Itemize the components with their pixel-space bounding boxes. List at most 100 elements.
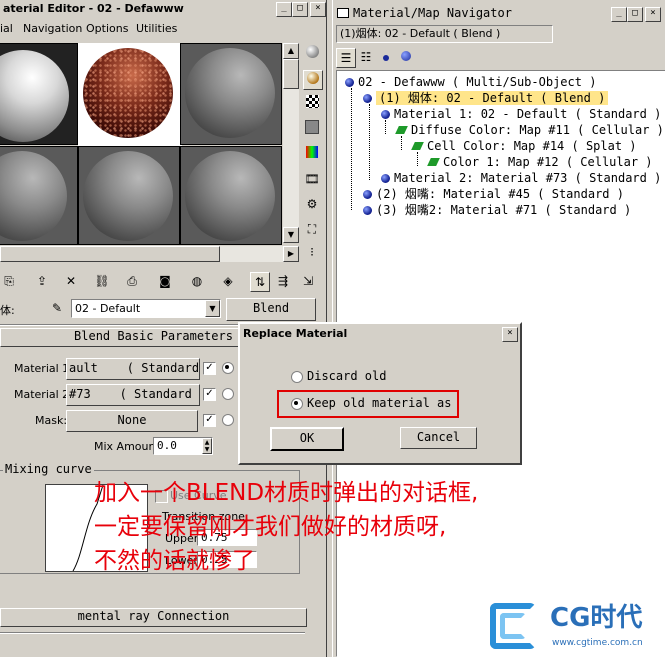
keep-old-label[interactable]: Keep old material as	[307, 396, 452, 410]
hscroll-thumb[interactable]	[0, 246, 220, 262]
navigator-close-button[interactable]: ×	[645, 7, 661, 22]
select-by-material-icon[interactable]: ⛶	[303, 220, 321, 238]
dropdown-arrow-icon[interactable]: ▼	[205, 300, 220, 317]
go-to-parent-icon[interactable]: ⇅	[250, 272, 270, 292]
tree-item-color1-map[interactable]: Color 1: Map #12 ( Cellular )	[427, 155, 653, 170]
material1-checkbox[interactable]: ✓	[203, 362, 216, 375]
tree-connector-4	[401, 136, 402, 150]
dialog-title: Replace Material	[243, 327, 348, 340]
tree-item-blend-selected[interactable]: (1) 烟体: 02 - Default ( Blend )	[363, 91, 609, 106]
sample-slot-4[interactable]	[0, 146, 78, 245]
options-icon[interactable]: ⚙	[303, 195, 321, 213]
tree-item-material1[interactable]: Material 1: 02 - Default ( Standard )	[381, 107, 661, 122]
sample-slot-1[interactable]	[0, 43, 78, 145]
cancel-button[interactable]: Cancel	[400, 427, 477, 449]
material1-radio[interactable]	[222, 362, 234, 374]
material2-checkbox[interactable]: ✓	[203, 388, 216, 401]
keep-old-radio[interactable]	[291, 398, 303, 410]
video-color-check-icon[interactable]	[303, 145, 321, 163]
scroll-right-arrow-icon[interactable]: ▶	[283, 246, 299, 262]
dialog-titlebar[interactable]: Replace Material	[240, 324, 520, 344]
sample-slot-3[interactable]	[180, 43, 282, 145]
view-small-icons-icon[interactable]	[377, 48, 395, 66]
put-to-scene-icon[interactable]: ⇪	[33, 272, 51, 290]
sample-uv-tiling-icon[interactable]	[303, 120, 321, 138]
name-row: 体: ✎ 02 - Default ▼ Blend	[0, 298, 326, 321]
spinner-arrows-icon[interactable]: ▲ ▼	[202, 438, 212, 454]
menu-item-navigation[interactable]: Navigation	[23, 22, 82, 35]
view-list-icons-icon[interactable]: ☷	[357, 48, 375, 66]
sphere-gray-3	[83, 151, 173, 241]
material1-button[interactable]: ault ( Standard )	[66, 358, 200, 380]
material-sphere-icon	[363, 206, 372, 215]
tree-item-material2[interactable]: Material 2: Material #73 ( Standard )	[381, 171, 661, 186]
dialog-close-button[interactable]: ×	[502, 327, 518, 342]
material-sphere-icon	[381, 110, 390, 119]
mix-amount-spinner[interactable]: 0.0 ▲ ▼	[153, 437, 213, 455]
navigator-path-field[interactable]: (1)烟体: 02 - Default ( Blend )	[336, 25, 553, 43]
go-forward-sibling-icon[interactable]: ⇶	[274, 272, 292, 290]
pick-from-object-icon[interactable]: ⇲	[299, 272, 317, 290]
view-large-icons-icon[interactable]	[397, 48, 415, 66]
tree-connector-3	[385, 120, 386, 134]
material-name-input[interactable]: 02 - Default ▼	[71, 299, 221, 318]
menu-item-utilities[interactable]: Utilities	[136, 22, 177, 35]
navigator-app-icon	[337, 8, 349, 18]
sample-slot-6[interactable]	[180, 146, 282, 245]
navigator-maximize-button[interactable]: □	[627, 7, 643, 22]
navigator-minimize-button[interactable]: _	[611, 7, 627, 22]
tree-item-diffuse-map[interactable]: Diffuse Color: Map #11 ( Cellular )	[395, 123, 664, 138]
replace-material-dialog: Replace Material × Discard old Keep old …	[238, 322, 522, 465]
cgtime-url: www.cgtime.com.cn	[552, 638, 643, 648]
mental-ray-connection-rollout[interactable]: mental ray Connection	[0, 608, 307, 627]
slot-vertical-scrollbar[interactable]: ▲ ▼	[283, 43, 299, 243]
backlight-icon[interactable]	[303, 70, 323, 90]
tree-item-root[interactable]: 02 - Defawww ( Multi/Sub-Object )	[345, 75, 596, 90]
material-effects-channel-icon[interactable]: ◙	[156, 272, 174, 290]
tree-item-yanzui[interactable]: (2) 烟嘴: Material #45 ( Standard )	[363, 187, 624, 202]
material2-button[interactable]: #73 ( Standard )	[66, 384, 200, 406]
minimize-button[interactable]: _	[276, 2, 292, 17]
menu-item-material[interactable]: ial	[0, 22, 13, 35]
make-unique-icon[interactable]: ⛓	[93, 272, 111, 290]
show-end-result-icon[interactable]: ◈	[219, 272, 237, 290]
scroll-up-arrow-icon[interactable]: ▲	[283, 43, 299, 59]
eyedropper-icon[interactable]: ✎	[48, 299, 66, 317]
material-map-navigator-icon[interactable]: ⁝	[303, 243, 321, 261]
mask-checkbox[interactable]: ✓	[203, 414, 216, 427]
cgtime-logo: CG时代 www.cgtime.com.cn	[490, 600, 662, 655]
tree-item-yanzui2[interactable]: (3) 烟嘴2: Material #71 ( Standard )	[363, 203, 631, 218]
scroll-thumb[interactable]	[283, 59, 299, 89]
mask-button[interactable]: None	[66, 410, 198, 432]
scroll-down-arrow-icon[interactable]: ▼	[283, 227, 299, 243]
mix-amount-value: 0.0	[157, 439, 177, 452]
close-button[interactable]: ×	[310, 2, 326, 17]
show-map-in-viewport-icon[interactable]: ◍	[188, 272, 206, 290]
make-preview-icon[interactable]: 🎞	[303, 170, 321, 188]
bottom-divider	[0, 632, 305, 634]
reset-map-icon[interactable]: ✕	[62, 272, 80, 290]
slot-horizontal-scrollbar[interactable]: ▶	[0, 246, 299, 262]
maximize-button[interactable]: □	[292, 2, 308, 17]
material-name-value: 02 - Default	[75, 302, 141, 315]
sample-slot-2-active[interactable]	[78, 43, 182, 147]
put-to-library-icon[interactable]: ⎙	[123, 272, 141, 290]
material2-radio[interactable]	[222, 388, 234, 400]
sample-slot-5[interactable]	[78, 146, 180, 245]
sample-type-sphere-icon[interactable]	[303, 45, 321, 63]
material-type-button[interactable]: Blend	[226, 298, 316, 321]
tree-item-cell-color-map[interactable]: Cell Color: Map #14 ( Splat )	[411, 139, 637, 154]
discard-old-label[interactable]: Discard old	[307, 369, 386, 383]
navigator-path-value: (1)烟体: 02 - Default ( Blend )	[340, 27, 501, 40]
get-material-icon[interactable]: ⎘	[0, 272, 18, 290]
ok-button[interactable]: OK	[270, 427, 344, 451]
view-list-icon[interactable]: ☰	[336, 48, 356, 68]
material-editor-title: aterial Editor - 02 - Defawww	[3, 2, 184, 15]
material-sphere-icon	[381, 174, 390, 183]
mask-radio[interactable]	[222, 414, 234, 426]
background-checker-icon[interactable]	[303, 95, 321, 113]
sphere-white	[0, 50, 69, 142]
discard-old-radio[interactable]	[291, 371, 303, 383]
navigator-title: Material/Map Navigator	[353, 6, 512, 20]
menu-item-options[interactable]: Options	[86, 22, 128, 35]
